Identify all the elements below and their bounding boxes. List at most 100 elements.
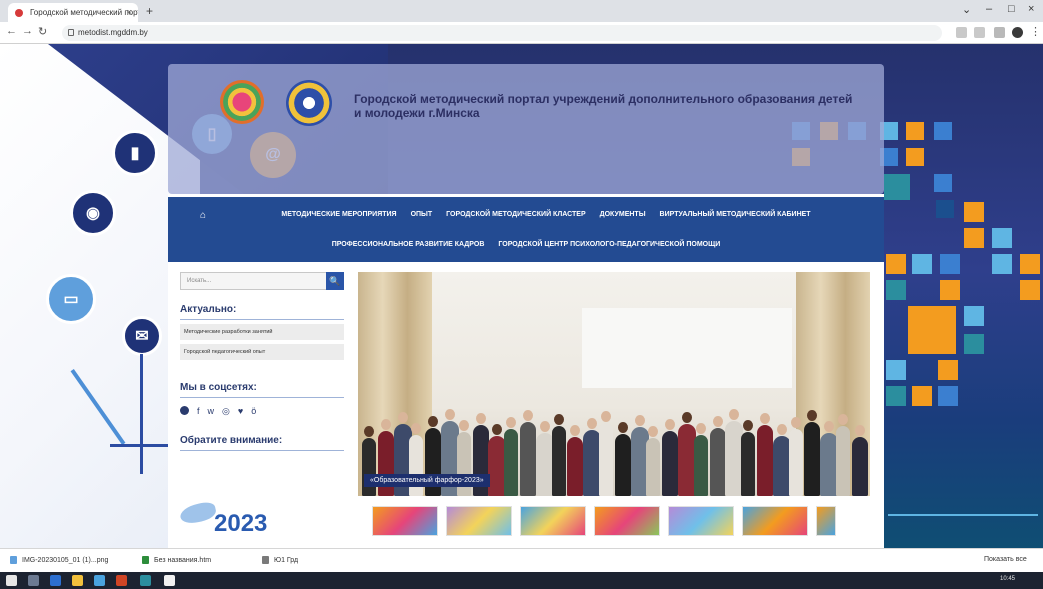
site-title[interactable]: Городской методический портал учреждений…: [354, 92, 854, 120]
photo-head: [729, 409, 740, 420]
bookmark-icon[interactable]: [974, 27, 985, 38]
url-field[interactable]: metodist.mgddm.by: [62, 25, 942, 41]
decor-square: [964, 334, 984, 354]
thumbnail[interactable]: [594, 506, 660, 536]
show-all-downloads[interactable]: Показать все: [984, 556, 1027, 563]
portal-logo[interactable]: [220, 80, 264, 124]
taskbar-app-icon[interactable]: [140, 575, 151, 586]
projection-screen: [582, 308, 792, 388]
search-input[interactable]: Искать... 🔍: [180, 272, 344, 290]
start-icon[interactable]: [6, 575, 17, 586]
instagram-icon[interactable]: ◎: [222, 406, 230, 417]
header-banner: Городской методический портал учреждений…: [168, 64, 884, 194]
decor-square: [912, 386, 932, 406]
new-tab-button[interactable]: +: [146, 4, 153, 18]
folder-icon[interactable]: [72, 575, 83, 586]
decor-square: [906, 122, 924, 140]
downloads-bar: IMG-20230105_01 (1)...png Без названия.h…: [0, 548, 1043, 572]
ok-icon[interactable]: ӧ: [251, 406, 256, 417]
twitter-icon[interactable]: ♥: [238, 406, 243, 417]
nav-professional-development[interactable]: ПРОФЕССИОНАЛЬНОЕ РАЗВИТИЕ КАДРОВ: [332, 241, 485, 248]
organization-emblem[interactable]: [286, 80, 332, 126]
decor-line: [140, 354, 143, 474]
slider-caption[interactable]: «Образовательный фарфор-2023»: [364, 474, 490, 487]
decor-square: [886, 386, 906, 406]
photo-person: [709, 428, 726, 496]
decor-square: [964, 306, 984, 326]
social-heading: Мы в соцсетях:: [180, 382, 344, 398]
photo-head: [634, 415, 645, 426]
search-button[interactable]: 🔍: [326, 272, 344, 290]
address-bar: ← → ↻ metodist.mgddm.by ⋮: [0, 22, 1043, 44]
decor-square: [912, 254, 932, 274]
forward-icon[interactable]: →: [22, 25, 33, 37]
nav-city-cluster[interactable]: ГОРОДСКОЙ МЕТОДИЧЕСКИЙ КЛАСТЕР: [446, 211, 585, 218]
search-icon[interactable]: [28, 575, 39, 586]
thumbnail[interactable]: [446, 506, 512, 536]
nav-methodical-events[interactable]: МЕТОДИЧЕСКИЕ МЕРОПРИЯТИЯ: [281, 211, 396, 218]
download-item[interactable]: Ю1 Грд: [262, 556, 298, 564]
main-content: Искать... 🔍 Актуально: Методические разр…: [168, 262, 884, 548]
thumbnail[interactable]: [816, 506, 836, 536]
decor-square: [1020, 280, 1040, 300]
close-tab-icon[interactable]: ×: [127, 7, 132, 17]
reload-icon[interactable]: ↻: [38, 25, 47, 38]
close-window-icon[interactable]: ×: [1028, 3, 1034, 15]
nav-row-1: МЕТОДИЧЕСКИЕ МЕРОПРИЯТИЯ ОПЫТ ГОРОДСКОЙ …: [168, 211, 884, 218]
nav-documents[interactable]: ДОКУМЕНТЫ: [600, 211, 646, 218]
taskbar-app-icon[interactable]: [116, 575, 127, 586]
nav-psych-center[interactable]: ГОРОДСКОЙ ЦЕНТР ПСИХОЛОГО-ПЕДАГОГИЧЕСКОЙ…: [498, 241, 720, 248]
decor-square: [992, 254, 1012, 274]
download-item[interactable]: IMG-20230105_01 (1)...png: [10, 556, 108, 564]
profile-avatar[interactable]: [1012, 27, 1023, 38]
download-item[interactable]: Без названия.htm: [142, 556, 211, 564]
photo-head: [824, 421, 835, 432]
back-icon[interactable]: ←: [6, 25, 17, 37]
photo-head: [553, 414, 564, 425]
photo-person: [646, 438, 661, 496]
clock[interactable]: 10:45: [1000, 576, 1015, 582]
site-favicon-icon: [15, 9, 23, 17]
sidebar: Искать... 🔍 Актуально: Методические разр…: [180, 272, 344, 451]
photo-head: [380, 419, 391, 430]
download-name: Без названия.htm: [154, 556, 212, 564]
decor-square: [886, 360, 906, 380]
photo-head: [523, 410, 533, 421]
minimize-icon[interactable]: –: [986, 3, 992, 15]
vk-alt-icon[interactable]: w: [208, 406, 215, 417]
photo-head: [790, 417, 801, 428]
thumbnail[interactable]: [668, 506, 734, 536]
decor-square: [934, 122, 952, 140]
photo-head: [665, 419, 676, 430]
thumbnail[interactable]: [520, 506, 586, 536]
vk-icon[interactable]: [180, 406, 189, 415]
nav-virtual-cabinet[interactable]: ВИРТУАЛЬНЫЙ МЕТОДИЧЕСКИЙ КАБИНЕТ: [660, 211, 811, 218]
thumbnail[interactable]: [372, 506, 438, 536]
photo-head: [570, 425, 581, 436]
thumbnail-strip: [372, 506, 862, 536]
photo-person: [804, 422, 821, 496]
tab-search-icon[interactable]: ⌄: [962, 3, 971, 16]
nav-experience[interactable]: ОПЫТ: [411, 211, 433, 218]
share-icon[interactable]: [956, 27, 967, 38]
taskbar-app-icon[interactable]: [50, 575, 61, 586]
photo-person: [662, 431, 679, 496]
extensions-icon[interactable]: [994, 27, 1005, 38]
browser-tab[interactable]: Городской методический порт ×: [8, 3, 138, 22]
year-2023-banner[interactable]: 2023: [178, 498, 320, 548]
photo-head: [760, 413, 770, 424]
photo-head: [838, 414, 848, 425]
facebook-icon[interactable]: f: [197, 406, 200, 417]
download-name: IMG-20230105_01 (1)...png: [22, 556, 109, 564]
decor-square: [964, 202, 984, 222]
taskbar-app-icon[interactable]: [94, 575, 105, 586]
sidebar-link-teaching-experience[interactable]: Городской педагогический опыт: [180, 344, 344, 360]
news-slider[interactable]: «Образовательный фарфор-2023»: [358, 272, 870, 496]
thumbnail[interactable]: [742, 506, 808, 536]
page-viewport: ▮ ◉ ▭ ✉ @ ▯ Городской методический порта…: [0, 44, 1043, 548]
photo-person: [362, 438, 376, 496]
chrome-icon[interactable]: [164, 575, 175, 586]
maximize-icon[interactable]: □: [1008, 3, 1015, 15]
sidebar-link-lesson-plans[interactable]: Методические разработки занятий: [180, 324, 344, 340]
menu-icon[interactable]: ⋮: [1030, 25, 1041, 38]
